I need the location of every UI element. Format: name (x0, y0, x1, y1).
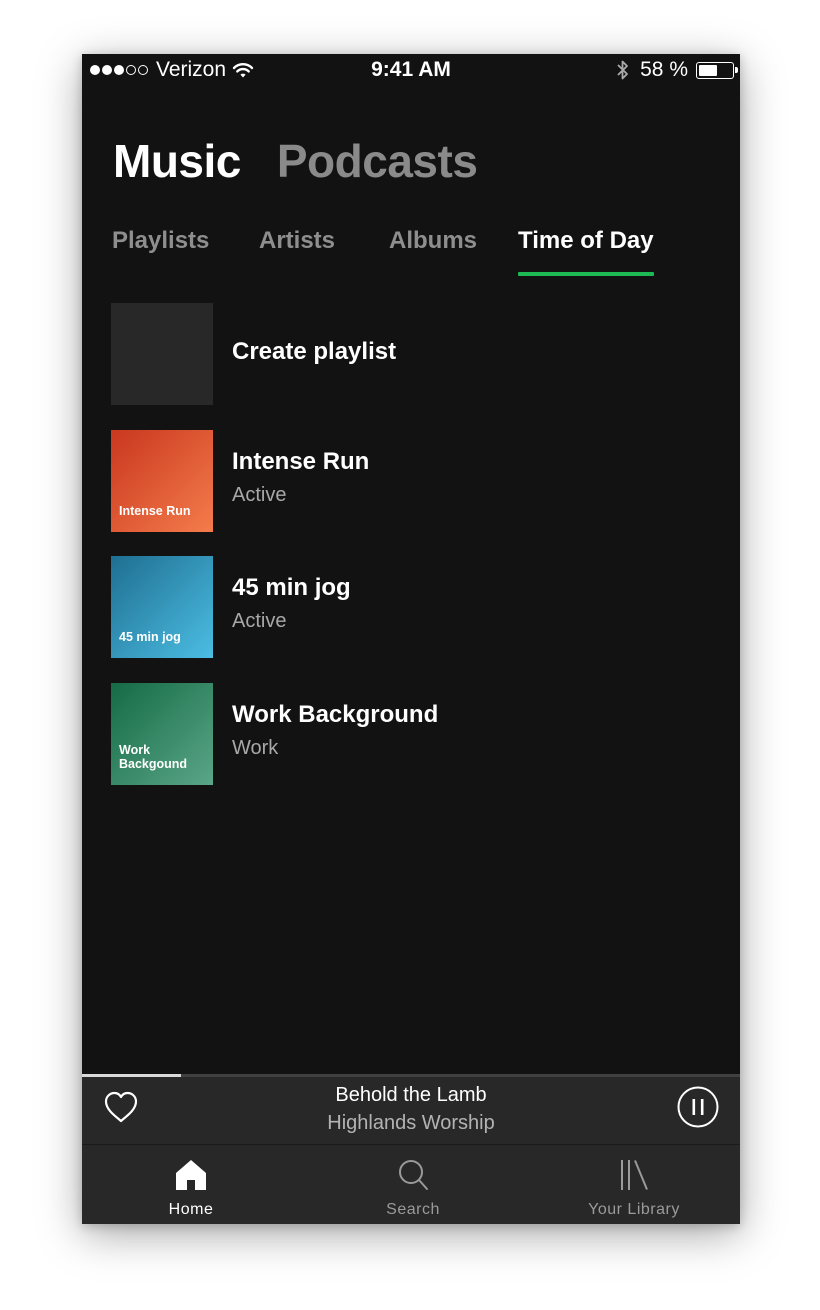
nav-home-label: Home (168, 1201, 214, 1218)
battery-percent: 58 % (640, 58, 688, 81)
home-icon (176, 1160, 206, 1190)
list-item[interactable]: 45 min jog 45 min jog Active (111, 556, 711, 658)
search-icon (399, 1160, 428, 1190)
playlist-subtitle: Work (232, 737, 279, 759)
main-tabs: Music Podcasts (113, 134, 513, 188)
nav-search[interactable]: Search (333, 1157, 493, 1219)
now-playing-bar[interactable]: Behold the Lamb Highlands Worship (82, 1074, 740, 1144)
playlist-cover: Work Backgound (111, 683, 213, 785)
bluetooth-icon (617, 60, 629, 80)
list-item[interactable]: Work Backgound Work Background Work (111, 683, 711, 785)
cover-label: Work Backgound (119, 743, 188, 771)
cover-label: 45 min jog (119, 630, 181, 644)
track-title: Behold the Lamb (335, 1084, 487, 1106)
active-tab-indicator (518, 272, 654, 276)
nav-home[interactable]: Home (111, 1157, 271, 1219)
status-right: 58 % (616, 58, 738, 82)
tab-playlists[interactable]: Playlists (112, 227, 209, 255)
list-item[interactable]: Intense Run Intense Run Active (111, 430, 711, 532)
playlist-cover: Intense Run (111, 430, 213, 532)
cover-label: Intense Run (119, 504, 191, 518)
create-playlist-row[interactable]: Create playlist (111, 303, 711, 405)
playlist-title: Work Background (232, 701, 439, 728)
pause-icon[interactable] (677, 1086, 719, 1128)
playback-progress-track[interactable] (82, 1074, 740, 1077)
library-icon (621, 1160, 648, 1190)
status-bar: Verizon 9:41 AM 58 % (82, 54, 740, 86)
playlist-title: Intense Run (232, 448, 370, 475)
track-artist: Highlands Worship (327, 1112, 495, 1134)
nav-your-library[interactable]: Your Library (554, 1157, 714, 1219)
nav-your-library-label: Your Library (588, 1201, 680, 1218)
playlist-subtitle: Active (232, 610, 287, 632)
playlist-cover: 45 min jog (111, 556, 213, 658)
battery-icon (696, 61, 738, 79)
app-screen: Verizon 9:41 AM 58 % Music Podcasts Play… (82, 54, 740, 1224)
create-playlist-cover (111, 303, 213, 405)
sub-tabs: Playlists Artists Albums Time of Day (112, 227, 732, 279)
nav-search-label: Search (386, 1201, 440, 1218)
playlist-text: Work Background Work (232, 701, 438, 760)
playlist-text: 45 min jog Active (232, 574, 351, 633)
playlist-title: 45 min jog (232, 574, 351, 601)
battery-nub (735, 66, 738, 73)
tab-artists[interactable]: Artists (259, 227, 335, 255)
tab-albums[interactable]: Albums (389, 227, 477, 255)
heart-icon[interactable] (102, 1089, 140, 1125)
playlist-subtitle: Active (232, 484, 287, 506)
battery-fill (699, 64, 717, 76)
now-playing-info[interactable]: Behold the Lamb Highlands Worship (232, 1084, 590, 1135)
tab-music[interactable]: Music (113, 134, 241, 188)
tab-time-of-day-label: Time of Day (518, 227, 654, 254)
tab-time-of-day[interactable]: Time of Day (518, 227, 654, 276)
bottom-nav: Home Search Your Library (82, 1144, 740, 1224)
create-playlist-label: Create playlist (232, 338, 397, 365)
playlist-text: Intense Run Active (232, 448, 369, 507)
tab-podcasts[interactable]: Podcasts (277, 134, 478, 188)
playback-progress-fill (82, 1074, 181, 1077)
